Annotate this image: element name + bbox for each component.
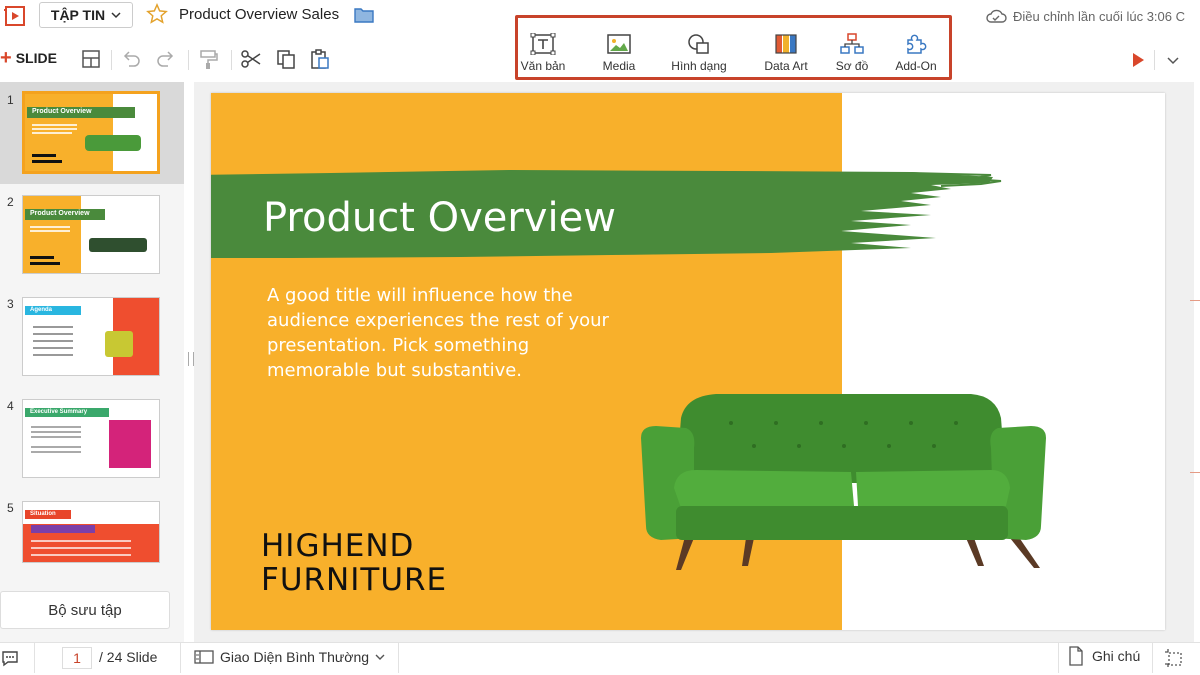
insert-media-button[interactable]: Media [596,33,642,73]
slide-number: 3 [7,297,14,311]
sofa-image[interactable] [636,388,1056,573]
slideshow-options-chevron-icon[interactable] [1166,54,1180,66]
diagram-icon [840,33,864,54]
slide-body-text[interactable]: A good title will influence how the audi… [267,283,612,383]
brand-logo-line-2: FURNITURE [261,562,448,598]
file-menu-label: TẬP TIN [50,7,106,23]
slide-title[interactable]: Product Overview [263,195,616,241]
page-total: / 24 Slide [99,649,158,665]
favorite-star-icon[interactable] [146,3,168,25]
status-divider [398,643,399,673]
insert-text-box-label: Văn bản [520,59,566,73]
format-painter-icon[interactable] [198,48,220,70]
collection-button[interactable]: Bộ sưu tập [0,591,170,629]
slide-number: 4 [7,399,14,413]
slide-canvas[interactable]: Product Overview A good title will influ… [211,93,1165,630]
thumbnail-title: Executive Summary [30,409,88,415]
notes-label: Ghi chú [1092,648,1141,664]
document-title[interactable]: Product Overview Sales [179,6,339,23]
slide-number: 2 [7,195,14,209]
notes-button[interactable]: Ghi chú [1068,646,1140,666]
insert-shapes-button[interactable]: Hình dạng [668,33,730,73]
slide-thumbnail-2[interactable]: Product Overview [22,195,160,274]
insert-add-on-label: Add-On [895,59,937,73]
toolbar-divider [188,50,189,70]
add-slide-button[interactable]: + SLIDE [0,47,57,69]
slide-thumbnail-5[interactable]: Situation [22,501,160,563]
insert-data-art-label: Data Art [764,59,808,73]
fit-to-window-icon[interactable] [1164,648,1184,668]
slide-number: 1 [7,93,14,107]
undo-icon[interactable] [120,48,142,70]
thumbnail-title: Product Overview [32,108,92,115]
add-slide-label: SLIDE [15,50,57,66]
text-box-icon [530,33,556,55]
image-icon [607,34,631,54]
paste-icon[interactable] [309,48,331,70]
slide-thumbnail-3[interactable]: Agenda [22,297,160,376]
insert-media-label: Media [602,59,636,73]
view-mode-dropdown[interactable]: Giao Diện Bình Thường [194,649,385,665]
normal-view-icon [194,650,214,664]
puzzle-icon [907,34,927,54]
cloud-icon [986,9,1007,23]
insert-add-on-button[interactable]: Add-On [891,33,941,73]
insert-shapes-label: Hình dạng [671,59,727,73]
insert-diagram-button[interactable]: Sơ đồ [832,33,872,73]
cut-icon[interactable] [240,48,262,70]
toolbar-divider [1154,50,1155,70]
chevron-down-icon [111,12,121,19]
last-edited-text: Điều chỉnh lần cuối lúc 3:06 C [1013,8,1185,24]
brand-logo-line-1: HIGHEND [261,528,415,564]
folder-icon[interactable] [354,6,374,24]
insert-data-art-button[interactable]: Data Art [759,33,813,73]
brand-logo[interactable]: HIGHEND FURNITURE [261,529,447,597]
chevron-down-icon [375,654,385,660]
file-menu-button[interactable]: TẬP TIN [39,2,133,28]
chat-icon[interactable] [0,648,20,668]
status-divider [1058,643,1059,673]
status-divider [34,643,35,673]
data-art-icon [775,34,797,54]
notes-icon [1069,646,1083,666]
ruler-marker [1190,472,1200,473]
current-page-input[interactable]: 1 [62,647,92,669]
thumbnail-title: Situation [30,511,56,517]
copy-icon[interactable] [275,48,297,70]
redo-icon[interactable] [155,48,177,70]
slide-thumbnail-1[interactable]: Product Overview [22,91,160,174]
thumbnail-title: Product Overview [30,210,90,217]
layout-icon[interactable] [80,48,102,70]
toolbar-divider [111,50,112,70]
last-edited-status: Điều chỉnh lần cuối lúc 3:06 C [985,8,1185,24]
play-slideshow-icon[interactable] [1130,51,1146,69]
view-mode-label: Giao Diện Bình Thường [220,649,370,665]
shapes-icon [688,34,709,54]
slide-number: 5 [7,501,14,515]
insert-toolbar-group [515,15,952,80]
ruler-marker [1190,300,1200,301]
slide-thumbnail-4[interactable]: Executive Summary [22,399,160,478]
status-divider [1152,643,1153,673]
thumbnail-title: Agenda [30,307,53,313]
plus-icon: + [0,47,12,69]
app-logo-icon[interactable] [4,5,26,27]
insert-text-box-button[interactable]: Văn bản [519,33,567,73]
insert-diagram-label: Sơ đồ [835,59,869,73]
status-divider [180,643,181,673]
toolbar-divider [231,50,232,70]
